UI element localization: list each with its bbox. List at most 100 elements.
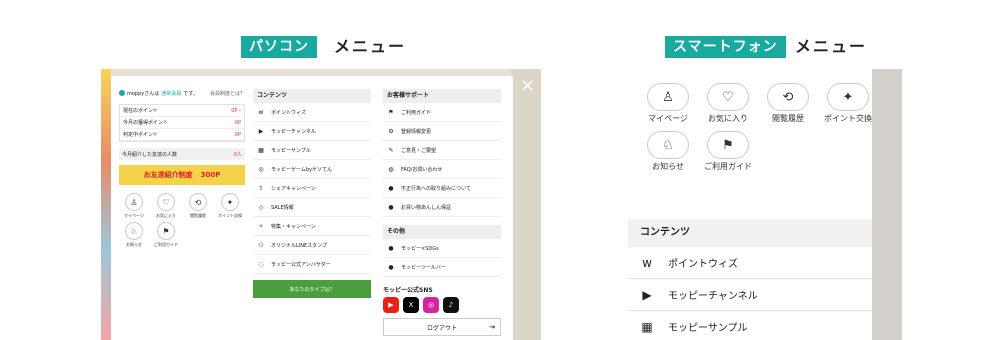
- menu-item[interactable]: ✎ ご意見・ご要望: [383, 141, 501, 160]
- menu-item[interactable]: ⇪ シェアキャンペーン: [253, 179, 371, 198]
- shortcut-guide[interactable]: ⚑ ご利用ガイド: [151, 222, 181, 248]
- youtube-icon[interactable]: ▶: [383, 297, 399, 313]
- pc-shortcut-grid: ♙ マイページ ♡ お気に入り ⟲ 閲覧履歴 ✦ ポイント交換 ♘ お知らせ ⚑ ご利用ガイ…: [119, 193, 245, 248]
- pencil-icon: ✎: [388, 146, 394, 154]
- shortcut-history[interactable]: ⟲ 閲覧履歴: [758, 83, 818, 123]
- shortcut-label: ご利用ガイド: [154, 242, 178, 247]
- menu-item[interactable]: ● モッピーツールバー: [383, 258, 501, 277]
- contents-header: コンテンツ: [253, 89, 371, 103]
- points-label: 判定中ポイント: [123, 132, 159, 138]
- points-label: 現在のポイント: [123, 108, 159, 114]
- shortcut-history[interactable]: ⟲ 閲覧履歴: [183, 193, 213, 219]
- menu-item-label: ご意見・ご要望: [401, 147, 437, 154]
- gear-icon: ⚙: [388, 127, 394, 135]
- logout-icon: ⇥: [489, 323, 495, 331]
- background-page-left: [101, 69, 111, 340]
- menu-item[interactable]: ● モッピー×SDGs: [383, 239, 501, 258]
- x-icon[interactable]: X: [403, 297, 419, 313]
- points-row[interactable]: 現在のポイント 0P ›: [120, 105, 244, 117]
- menu-item[interactable]: ⚇ オリジナルLINEスタンプ: [253, 236, 371, 255]
- menu-item-label: お買い物あんしん保証: [401, 204, 452, 211]
- shortcut-label: 閲覧履歴: [772, 114, 804, 123]
- exchange-icon: ✦: [827, 83, 869, 111]
- shortcut-label: ご利用ガイド: [704, 162, 752, 171]
- shortcut-exchange[interactable]: ✦ ポイント交換: [818, 83, 878, 123]
- menu-item[interactable]: ⚙ 登録情報変更: [383, 122, 501, 141]
- exchange-icon: ✦: [221, 193, 239, 211]
- pc-menu-screenshot: × moppyさんは 通常会員 です。 会員制度とは？ 現在のポイント 0P › …: [101, 69, 541, 340]
- person-icon: ♙: [125, 193, 143, 211]
- logout-button[interactable]: ログアウト ⇥: [383, 318, 501, 336]
- play-icon: ▶: [642, 287, 652, 302]
- menu-item[interactable]: ▦ モッピーサンプル: [628, 311, 872, 340]
- menu-item[interactable]: ▶ モッピーチャンネル: [628, 279, 872, 311]
- history-icon: ⟲: [189, 193, 207, 211]
- shortcut-label: お知らせ: [126, 242, 142, 247]
- shortcut-favorites[interactable]: ♡ お気に入り: [698, 83, 758, 123]
- bullet-icon: ●: [388, 203, 394, 211]
- shortcut-notices[interactable]: ♘ お知らせ: [638, 131, 698, 171]
- line-stamp-icon: ⚇: [258, 241, 264, 249]
- menu-item-label: FAQ/お問い合わせ: [401, 166, 443, 173]
- menu-item[interactable]: w ポイントウィズ: [253, 103, 371, 122]
- menu-item[interactable]: ● お買い物あんしん保証: [383, 198, 501, 217]
- points-box: 現在のポイント 0P › 今月の獲得ポイント 0P 判定中ポイント 0P: [119, 104, 245, 142]
- shortcut-guide[interactable]: ⚑ ご利用ガイド: [698, 131, 758, 171]
- menu-item-label: モッピー×SDGs: [401, 245, 439, 252]
- sp-shortcut-grid: ♙ マイページ ♡ お気に入り ⟲ 閲覧履歴 ✦ ポイント交換 ♘ お知らせ ⚑ ご利用ガイ…: [638, 83, 872, 171]
- shortcut-exchange[interactable]: ✦ ポイント交換: [215, 193, 245, 219]
- pc-section-tag: パソコン: [241, 36, 317, 58]
- menu-item-label: モッピーサンプル: [668, 323, 748, 334]
- menu-item[interactable]: ◎ モッピーゲームbyゲソてん: [253, 160, 371, 179]
- heart-icon: ♡: [157, 193, 175, 211]
- sns-title: モッピー公式SNS: [383, 287, 433, 294]
- sparkle-icon: ✧: [258, 222, 264, 230]
- menu-item[interactable]: ● 不正行為への取り組みについて: [383, 179, 501, 198]
- shortcut-mypage[interactable]: ♙ マイページ: [638, 83, 698, 123]
- shortcut-favorites[interactable]: ♡ お気に入り: [151, 193, 181, 219]
- menu-item[interactable]: ◍ FAQ/お問い合わせ: [383, 160, 501, 179]
- menu-item[interactable]: ⚑ ご利用ガイド: [383, 103, 501, 122]
- points-value: 0P ›: [231, 107, 241, 114]
- shortcut-notices[interactable]: ♘ お知らせ: [119, 222, 149, 248]
- menu-item-label: モッピー公式アンバサダー: [271, 261, 331, 268]
- menu-item[interactable]: ✧ 特集・キャンペーン: [253, 217, 371, 236]
- bullet-icon: ●: [388, 263, 394, 271]
- menu-item[interactable]: ▦ モッピーサンプル: [253, 141, 371, 160]
- support-column: お客様サポート ⚑ ご利用ガイド ⚙ 登録情報変更 ✎ ご意見・ご要望 ◍ FAQ/お問…: [383, 89, 501, 340]
- user-name: moppyさんは: [127, 90, 160, 97]
- pc-section-title: メニュー: [334, 37, 407, 56]
- sp-menu-screenshot: ♙ マイページ ♡ お気に入り ⟲ 閲覧履歴 ✦ ポイント交換 ♘ お知らせ ⚑ ご利用ガイ…: [628, 69, 902, 340]
- shortcut-label: マイページ: [648, 114, 688, 123]
- membership-link[interactable]: 会員制度とは？: [210, 90, 245, 97]
- sns-links: ▶ X ◎ ♪: [383, 297, 501, 313]
- sp-menu-modal: ♙ マイページ ♡ お気に入り ⟲ 閲覧履歴 ✦ ポイント交換 ♘ お知らせ ⚑ ご利用ガイ…: [628, 69, 872, 340]
- bullet-icon: ●: [388, 244, 394, 252]
- bell-icon: ♘: [125, 222, 143, 240]
- instagram-icon[interactable]: ◎: [423, 297, 439, 313]
- sample-icon: ▦: [641, 319, 653, 334]
- menu-item[interactable]: ◌ モッピー公式アンバサダー: [253, 255, 371, 274]
- menu-item-label: シェアキャンペーン: [271, 185, 316, 192]
- contents-header: コンテンツ: [628, 219, 872, 247]
- faq-icon: ◍: [388, 165, 394, 173]
- user-rank[interactable]: 通常会員: [161, 90, 181, 97]
- flag-icon: ⚑: [388, 108, 394, 116]
- menu-item-label: モッピーサンプル: [271, 147, 311, 154]
- ambassador-icon: ◌: [258, 260, 264, 268]
- shortcut-label: ポイント交換: [218, 213, 242, 218]
- shortcut-label: お知らせ: [652, 162, 684, 171]
- menu-item[interactable]: ◇ SALE情報: [253, 198, 371, 217]
- shortcut-mypage[interactable]: ♙ マイページ: [119, 193, 149, 219]
- pointwiz-icon: w: [258, 108, 264, 116]
- friend-count-row: 今月紹介した友達の人数 0人: [119, 148, 245, 160]
- tiktok-icon[interactable]: ♪: [443, 297, 459, 313]
- menu-item[interactable]: w ポイントウィズ: [628, 247, 872, 279]
- friend-count-label: 今月紹介した友達の人数: [122, 151, 178, 158]
- flag-icon: ⚑: [157, 222, 175, 240]
- type-diagnosis-banner[interactable]: あなたのタイプは？: [253, 280, 371, 298]
- menu-item-label: ご利用ガイド: [401, 109, 432, 116]
- close-icon[interactable]: ×: [520, 75, 535, 96]
- menu-item[interactable]: ▶ モッピーチャンネル: [253, 122, 371, 141]
- friend-referral-banner[interactable]: お友達紹介制度 300P: [119, 165, 245, 185]
